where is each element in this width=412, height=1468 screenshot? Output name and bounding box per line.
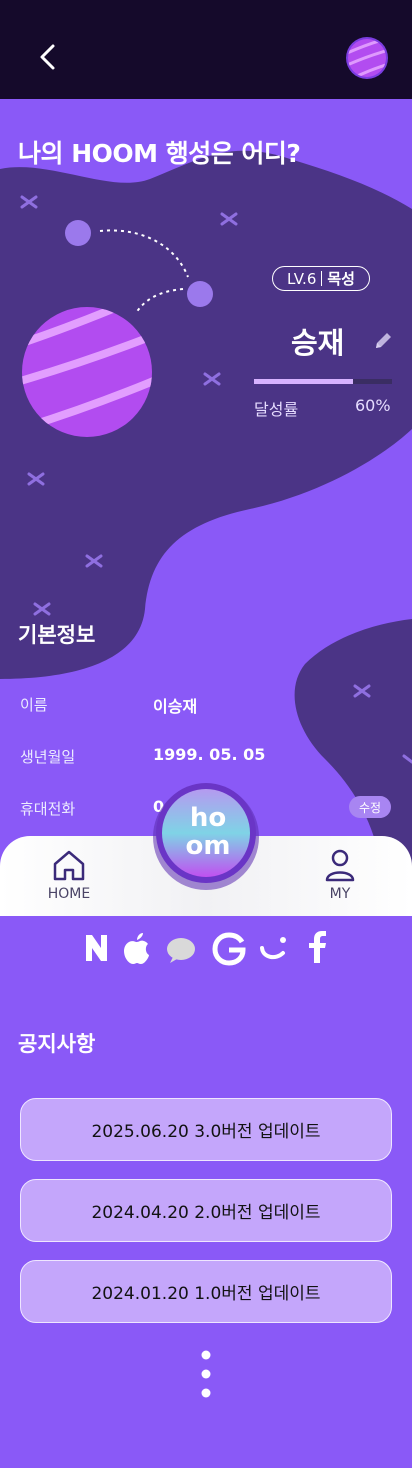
edit-info-button[interactable]: 수정 bbox=[349, 796, 391, 818]
google-icon[interactable] bbox=[212, 932, 246, 966]
phone-label: 휴대전화 bbox=[20, 800, 76, 818]
nav-home-label: HOME bbox=[47, 886, 91, 902]
daum-icon[interactable] bbox=[260, 937, 286, 960]
naver-icon[interactable] bbox=[86, 935, 107, 961]
birthdate-value: 1999. 05. 05 bbox=[153, 745, 266, 764]
apple-icon[interactable] bbox=[124, 933, 149, 964]
name-value: 이승재 bbox=[153, 697, 198, 716]
planet-name: 목성 bbox=[327, 270, 355, 288]
basic-info-title: 기본정보 bbox=[18, 623, 96, 647]
page-title: 나의 HOOM 행성은 어디? bbox=[18, 139, 301, 168]
facebook-icon[interactable] bbox=[309, 931, 326, 963]
notice-item[interactable]: 2024.01.20 1.0버전 업데이트 bbox=[20, 1260, 392, 1323]
more-vertical-icon[interactable] bbox=[199, 1350, 213, 1398]
notice-title: 공지사항 bbox=[18, 1032, 96, 1056]
notice-item[interactable]: 2025.06.20 3.0버전 업데이트 bbox=[20, 1098, 392, 1161]
home-icon bbox=[53, 850, 85, 881]
logo-text-top: ho bbox=[190, 803, 226, 833]
user-icon bbox=[325, 849, 355, 882]
level-divider bbox=[321, 271, 323, 286]
username: 승재 bbox=[291, 326, 345, 360]
logo-text-bottom: om bbox=[186, 831, 231, 861]
level-text: LV.6 bbox=[287, 269, 317, 288]
back-icon[interactable] bbox=[34, 40, 64, 74]
hoom-logo-button[interactable]: ho om bbox=[150, 779, 262, 891]
birthdate-label: 생년월일 bbox=[20, 748, 76, 766]
progress-bar bbox=[254, 379, 392, 384]
progress-fill bbox=[254, 379, 354, 384]
planet-avatar-icon[interactable] bbox=[345, 36, 389, 80]
progress-value: 60% bbox=[355, 396, 391, 415]
progress-label: 달성률 bbox=[254, 400, 299, 419]
level-badge: LV.6 목성 bbox=[272, 266, 370, 291]
nav-my-label: MY bbox=[329, 886, 351, 902]
notice-item[interactable]: 2024.04.20 2.0버전 업데이트 bbox=[20, 1179, 392, 1242]
name-label: 이름 bbox=[20, 696, 48, 714]
pencil-icon[interactable] bbox=[372, 330, 394, 352]
social-icons-row bbox=[86, 931, 326, 966]
kakao-icon[interactable] bbox=[167, 938, 195, 963]
nav-my-button[interactable]: MY bbox=[310, 848, 370, 908]
nav-home-button[interactable]: HOME bbox=[36, 848, 102, 908]
